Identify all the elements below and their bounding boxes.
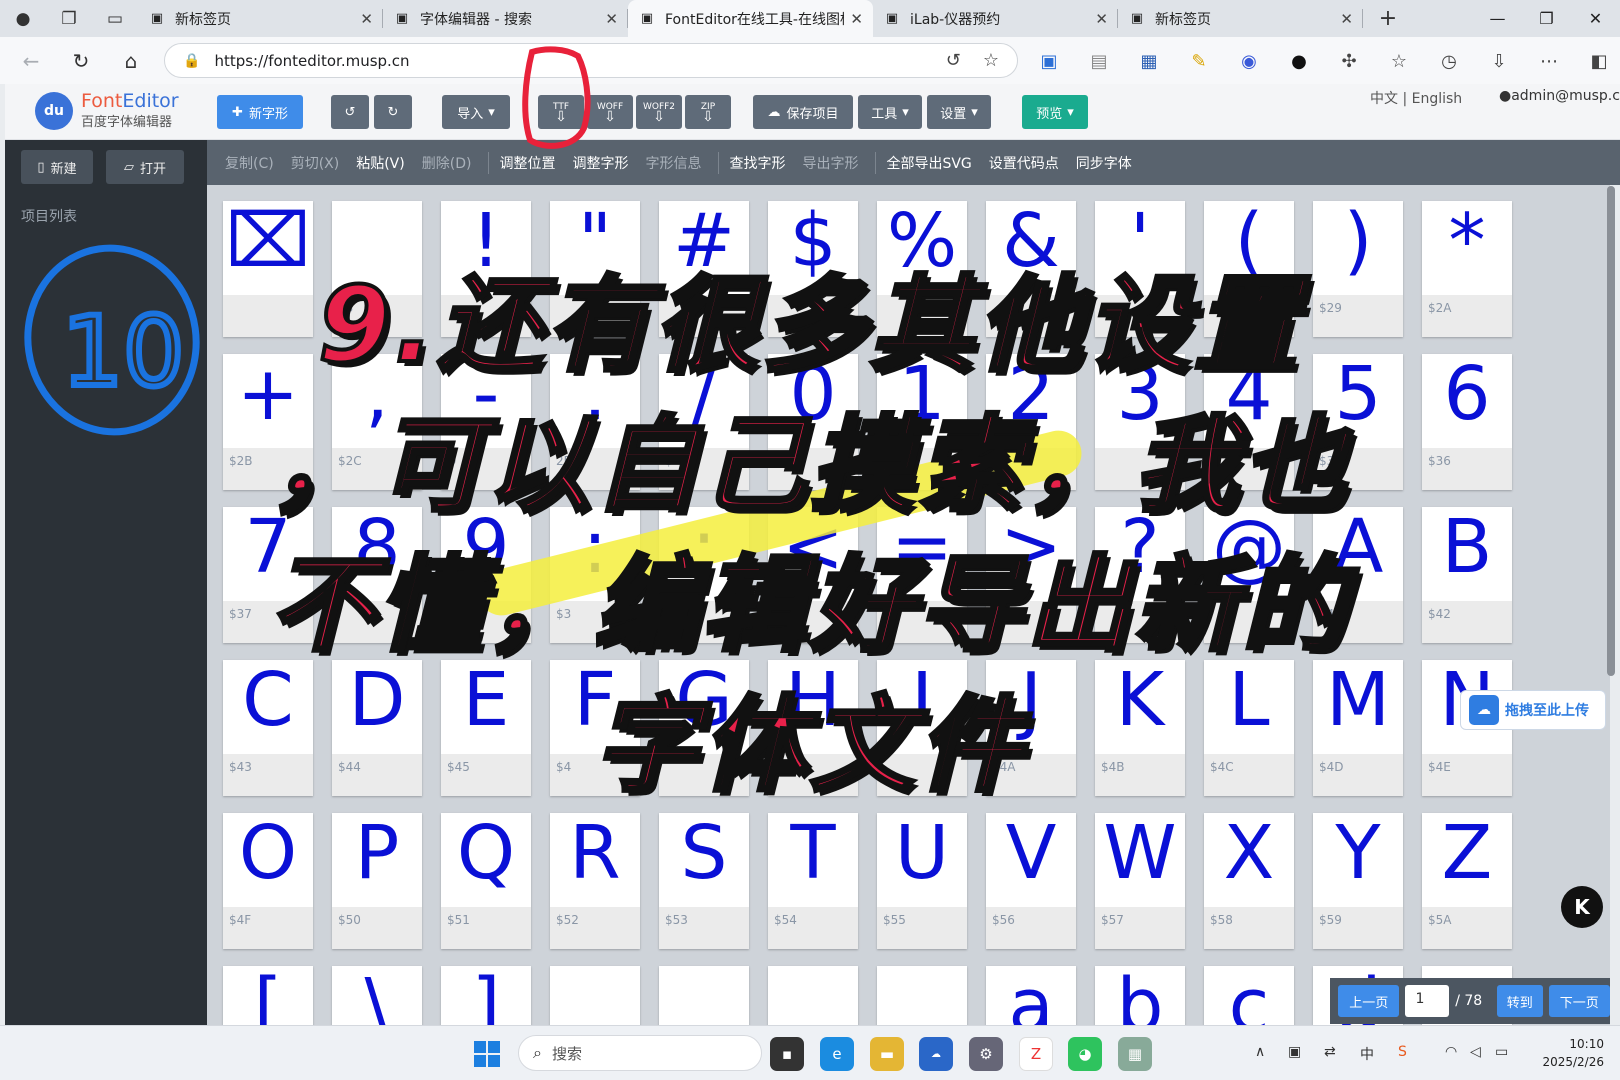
handwritten-number: 10: [62, 296, 184, 408]
wechat-icon[interactable]: ◕: [1068, 1037, 1102, 1071]
tray-app-icon[interactable]: ▣: [1288, 1044, 1301, 1060]
tray-sync-icon[interactable]: ⇄: [1324, 1044, 1336, 1060]
taskview-icon[interactable]: ▪: [770, 1037, 804, 1071]
taskbar-clock[interactable]: 10:10 2025/2/26: [1534, 1035, 1604, 1071]
battery-icon[interactable]: ▭: [1495, 1044, 1508, 1060]
annotation-layer: 10: [24, 46, 591, 436]
wifi-icon[interactable]: ◠: [1445, 1044, 1457, 1060]
icloud-icon[interactable]: ☁: [919, 1037, 953, 1071]
zotero-icon[interactable]: Z: [1019, 1037, 1053, 1071]
taskbar-search[interactable]: ⌕ 搜索: [518, 1035, 762, 1071]
red-annotation-circle: [522, 46, 591, 149]
taskbar-search-placeholder: 搜索: [551, 1044, 582, 1063]
windows-taskbar: ⌕ 搜索 ▪ e ▬ ☁ ⚙ Z ◕ ▦ ∧ ▣ ⇄ 中 S ◠ ◁ ▭ 10:…: [0, 1025, 1620, 1080]
tray-chevron-up-icon[interactable]: ∧: [1255, 1044, 1265, 1060]
tray-s-icon[interactable]: S: [1398, 1044, 1407, 1060]
clock-date: 2025/2/26: [1542, 1055, 1604, 1069]
clock-time: 10:10: [1569, 1037, 1604, 1051]
file-explorer-icon[interactable]: ▬: [870, 1037, 904, 1071]
windows-start-icon[interactable]: [474, 1041, 500, 1067]
search-icon: ⌕: [533, 1043, 542, 1062]
clipboard-app-icon[interactable]: ▦: [1118, 1037, 1152, 1071]
volume-muted-icon[interactable]: ◁: [1470, 1044, 1481, 1060]
edge-browser-icon[interactable]: e: [820, 1037, 854, 1071]
settings-gear-icon[interactable]: ⚙: [969, 1037, 1003, 1071]
input-method-icon[interactable]: 中: [1360, 1044, 1374, 1064]
screen: ● ❐ ▭ ▣ 新标签页 ✕ ▣ 字体编辑器 - 搜索 ✕ ▣ FontEditor在线工具-…: [0, 0, 1620, 1080]
